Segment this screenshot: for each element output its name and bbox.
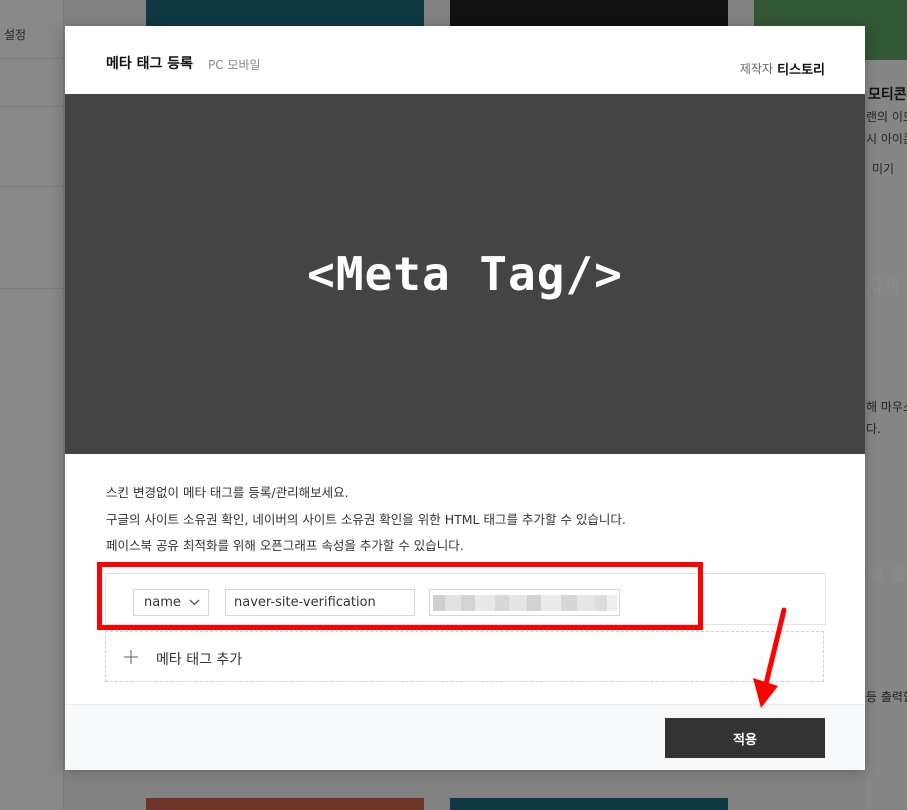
hero-title: <Meta Tag/> — [307, 247, 623, 301]
meta-tag-hero-banner: <Meta Tag/> — [65, 94, 865, 454]
add-meta-tag-label: 메타 태그 추가 — [156, 652, 243, 668]
author-name: 티스토리 — [777, 63, 825, 78]
modal-header: 메타 태그 등록 PC 모바일 제작자 티스토리 — [65, 26, 865, 94]
add-meta-tag-button[interactable]: 메타 태그 추가 — [105, 631, 824, 682]
meta-name-input[interactable] — [225, 589, 415, 616]
modal-platform-label: PC 모바일 — [208, 58, 261, 72]
meta-tag-row: name — [105, 573, 826, 625]
meta-content-input[interactable] — [429, 589, 620, 616]
description-line: 구글의 사이트 소유권 확인, 네이버의 사이트 소유권 확인을 위한 HTML… — [106, 512, 626, 527]
modal-footer: 적용 — [65, 704, 865, 770]
attribute-select-value: name — [144, 595, 181, 610]
apply-button[interactable]: 적용 — [665, 718, 825, 758]
meta-tag-modal: 메타 태그 등록 PC 모바일 제작자 티스토리 <Meta Tag/> 스킨 … — [65, 26, 865, 770]
description-line: 스킨 변경없이 메타 태그를 등록/관리해보세요. — [106, 485, 349, 500]
description-line: 페이스북 공유 최적화를 위해 오픈그래프 속성을 추가할 수 있습니다. — [106, 538, 464, 553]
attribute-select[interactable]: name — [133, 589, 209, 616]
modal-title: 메타 태그 등록 — [106, 56, 194, 72]
author-label: 제작자 — [739, 62, 773, 76]
chevron-down-icon — [189, 590, 200, 624]
plus-icon — [124, 644, 138, 669]
